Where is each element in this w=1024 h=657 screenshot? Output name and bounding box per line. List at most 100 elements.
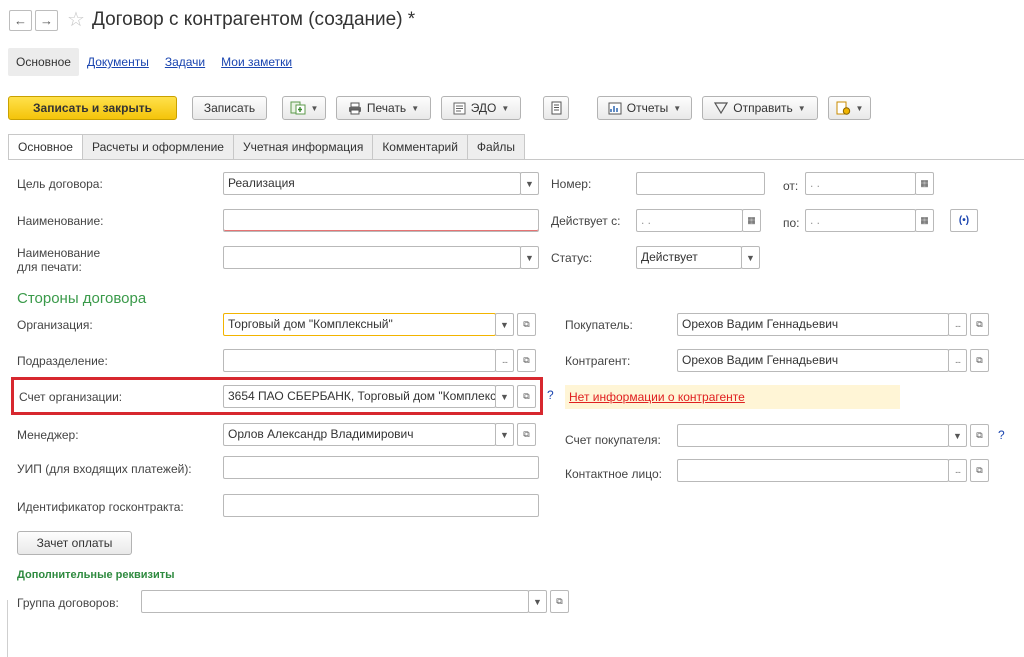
buyer-open-button[interactable]: ⧉ bbox=[970, 313, 989, 336]
manager-dropdown-button[interactable]: ▼ bbox=[495, 423, 514, 446]
tab-settlements[interactable]: Расчеты и оформление bbox=[81, 134, 234, 159]
purpose-label: Цель договора: bbox=[17, 177, 103, 191]
chevron-down-icon: ▼ bbox=[310, 103, 319, 113]
department-label: Подразделение: bbox=[17, 354, 108, 368]
counterparty-open-button[interactable]: ⧉ bbox=[970, 349, 989, 372]
ellipsis-icon: ... bbox=[954, 465, 961, 476]
calendar-icon: ▦ bbox=[920, 178, 929, 188]
manager-field[interactable]: Орлов Александр Владимирович bbox=[223, 423, 496, 446]
tab-accounting-info[interactable]: Учетная информация bbox=[232, 134, 374, 159]
organization-label: Организация: bbox=[17, 318, 93, 332]
contract-group-field[interactable] bbox=[141, 590, 529, 613]
section-tabs: Основное Документы Задачи Мои заметки bbox=[8, 48, 300, 76]
organization-open-button[interactable]: ⧉ bbox=[517, 313, 536, 336]
save-button[interactable]: Записать bbox=[192, 96, 267, 120]
manager-label: Менеджер: bbox=[17, 428, 79, 442]
organization-field[interactable]: Торговый дом "Комплексный" bbox=[223, 313, 496, 336]
valid-from-label: Действует с: bbox=[551, 214, 621, 228]
chevron-down-icon: ▼ bbox=[533, 596, 542, 607]
tab-divider bbox=[8, 159, 1024, 160]
contact-field[interactable] bbox=[677, 459, 949, 482]
organization-dropdown-button[interactable]: ▼ bbox=[495, 313, 514, 336]
open-icon: ⧉ bbox=[976, 355, 983, 365]
status-dropdown-button[interactable]: ▼ bbox=[741, 246, 760, 269]
contact-select-button[interactable]: ... bbox=[948, 459, 967, 482]
buyer-select-button[interactable]: ... bbox=[948, 313, 967, 336]
to-calendar-button[interactable]: ▦ bbox=[915, 209, 934, 232]
send-label: Отправить bbox=[733, 101, 793, 115]
buyer-account-dropdown-button[interactable]: ▼ bbox=[948, 424, 967, 447]
manager-open-button[interactable]: ⧉ bbox=[517, 423, 536, 446]
back-button[interactable]: ← bbox=[9, 10, 32, 31]
tab-files[interactable]: Файлы bbox=[466, 134, 526, 159]
save-and-close-button[interactable]: Записать и закрыть bbox=[8, 96, 177, 120]
chevron-down-icon: ▼ bbox=[525, 252, 534, 263]
section-tab-tasks[interactable]: Задачи bbox=[157, 48, 213, 76]
buyer-account-help-icon[interactable]: ? bbox=[998, 428, 1005, 442]
open-icon: ⧉ bbox=[976, 319, 983, 329]
name-field[interactable] bbox=[223, 209, 539, 232]
from-date-field[interactable]: . . bbox=[805, 172, 916, 195]
buyer-account-field[interactable] bbox=[677, 424, 949, 447]
status-label: Статус: bbox=[551, 251, 593, 265]
section-tab-notes[interactable]: Мои заметки bbox=[213, 48, 300, 76]
section-tab-documents[interactable]: Документы bbox=[79, 48, 157, 76]
payment-offset-button[interactable]: Зачет оплаты bbox=[17, 531, 132, 555]
list-icon bbox=[551, 101, 561, 115]
purpose-field[interactable]: Реализация bbox=[223, 172, 521, 195]
valid-from-date-field[interactable]: . . bbox=[636, 209, 743, 232]
contract-group-open-button[interactable]: ⧉ bbox=[550, 590, 569, 613]
send-button[interactable]: Отправить ▼ bbox=[702, 96, 818, 120]
department-open-button[interactable]: ⧉ bbox=[517, 349, 536, 372]
print-name-field[interactable] bbox=[223, 246, 521, 269]
edo-label: ЭДО bbox=[470, 101, 497, 115]
contact-open-button[interactable]: ⧉ bbox=[970, 459, 989, 482]
section-tab-main[interactable]: Основное bbox=[8, 48, 79, 76]
no-info-link[interactable]: Нет информации о контрагенте bbox=[569, 390, 745, 404]
purpose-dropdown-button[interactable]: ▼ bbox=[520, 172, 539, 195]
help-question-icon[interactable]: ? bbox=[547, 388, 554, 402]
counterparty-label: Контрагент: bbox=[565, 354, 631, 368]
status-field[interactable]: Действует bbox=[636, 246, 742, 269]
document-structure-button[interactable] bbox=[543, 96, 569, 120]
to-label: по: bbox=[783, 216, 800, 230]
valid-from-calendar-button[interactable]: ▦ bbox=[742, 209, 761, 232]
open-icon: ⧉ bbox=[523, 319, 530, 329]
printer-icon bbox=[348, 102, 361, 114]
reports-button[interactable]: Отчеты ▼ bbox=[597, 96, 692, 120]
to-date-field[interactable]: . . bbox=[805, 209, 916, 232]
from-calendar-button[interactable]: ▦ bbox=[915, 172, 934, 195]
period-button[interactable]: (•) bbox=[950, 209, 978, 232]
tab-comment[interactable]: Комментарий bbox=[372, 134, 468, 159]
gov-contract-field[interactable] bbox=[223, 494, 539, 517]
buyer-field[interactable]: Орехов Вадим Геннадьевич bbox=[677, 313, 949, 336]
contact-label: Контактное лицо: bbox=[565, 467, 662, 481]
print-label: Печать bbox=[366, 101, 407, 115]
open-icon: ⧉ bbox=[556, 596, 563, 606]
uip-field[interactable] bbox=[223, 456, 539, 479]
department-field[interactable] bbox=[223, 349, 496, 372]
chevron-down-icon: ▼ bbox=[500, 319, 509, 330]
favorite-star-icon[interactable]: ☆ bbox=[67, 7, 85, 32]
from-label: от: bbox=[783, 179, 799, 193]
open-icon: ⧉ bbox=[976, 465, 983, 475]
edo-button[interactable]: ЭДО ▼ bbox=[441, 96, 521, 120]
reports-label: Отчеты bbox=[626, 101, 669, 115]
department-select-button[interactable]: ... bbox=[495, 349, 514, 372]
print-button[interactable]: Печать ▼ bbox=[336, 96, 431, 120]
number-field[interactable] bbox=[636, 172, 765, 195]
open-icon: ⧉ bbox=[976, 430, 983, 440]
buyer-account-open-button[interactable]: ⧉ bbox=[970, 424, 989, 447]
chevron-down-icon: ▼ bbox=[953, 430, 962, 441]
more-actions-button[interactable]: ▼ bbox=[828, 96, 871, 120]
counterparty-info-banner: Нет информации о контрагенте bbox=[565, 385, 900, 409]
print-name-dropdown-button[interactable]: ▼ bbox=[520, 246, 539, 269]
counterparty-select-button[interactable]: ... bbox=[948, 349, 967, 372]
edo-document-icon bbox=[453, 102, 466, 114]
counterparty-field[interactable]: Орехов Вадим Геннадьевич bbox=[677, 349, 949, 372]
number-label: Номер: bbox=[551, 177, 592, 191]
tab-main[interactable]: Основное bbox=[8, 134, 83, 160]
forward-button[interactable]: → bbox=[35, 10, 58, 31]
contract-group-dropdown-button[interactable]: ▼ bbox=[528, 590, 547, 613]
create-based-button[interactable]: ▼ bbox=[282, 96, 326, 120]
